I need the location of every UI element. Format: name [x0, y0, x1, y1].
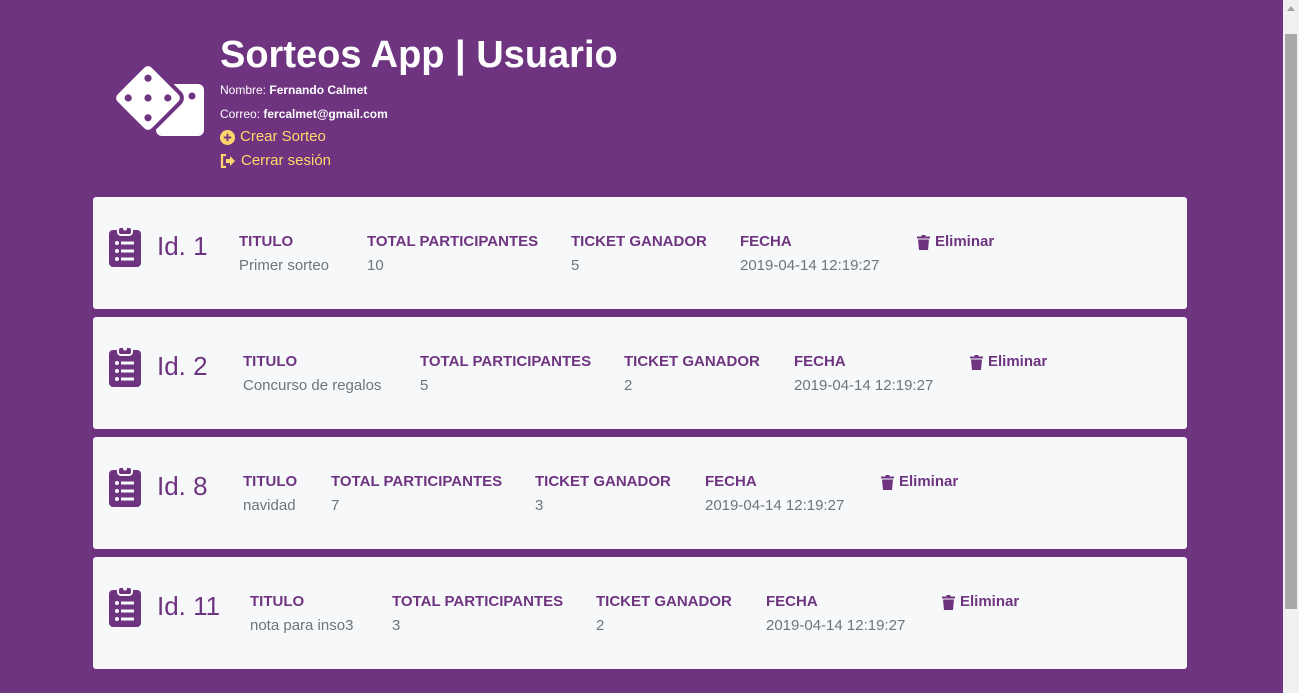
- date-column: FECHA 2019-04-14 12:19:27: [740, 233, 879, 275]
- winner-value: 3: [535, 497, 544, 514]
- draw-id: Id. 11: [157, 591, 221, 621]
- winner-header: TICKET GANADOR: [535, 473, 671, 490]
- participants-value: 10: [367, 257, 384, 274]
- delete-button[interactable]: Eliminar: [881, 473, 958, 491]
- create-draw-link[interactable]: Crear Sorteo: [220, 127, 326, 147]
- winner-value: 2: [624, 377, 633, 394]
- delete-label: Eliminar: [935, 233, 995, 250]
- name-label: Nombre:: [220, 83, 267, 97]
- winner-header: TICKET GANADOR: [624, 353, 760, 370]
- logout-label: Cerrar sesión: [241, 152, 332, 169]
- clipboard-list-icon: [109, 346, 141, 387]
- page-header: Sorteos App | Usuario Nombre: Fernando C…: [0, 0, 1283, 190]
- draw-id: Id. 1: [157, 231, 208, 261]
- participants-header: TOTAL PARTICIPANTES: [367, 233, 539, 250]
- delete-label: Eliminar: [960, 593, 1020, 610]
- participants-header: TOTAL PARTICIPANTES: [331, 473, 503, 490]
- participants-value: 5: [420, 377, 429, 394]
- winner-column: TICKET GANADOR 5: [571, 233, 707, 275]
- trash-icon: [942, 594, 955, 610]
- date-value: 2019-04-14 12:19:27: [705, 497, 845, 514]
- title-header: TITULO: [250, 593, 305, 610]
- clipboard-list-icon: [109, 226, 141, 267]
- trash-icon: [881, 474, 894, 490]
- date-value: 2019-04-14 12:19:27: [740, 257, 880, 274]
- user-email: fercalmet@gmail.com: [263, 107, 388, 121]
- scroll-up-arrow-icon[interactable]: [1283, 0, 1299, 17]
- draw-card: Id. 11 TITULO nota para inso3 TOTAL PART…: [93, 557, 1187, 669]
- date-header: FECHA: [766, 593, 818, 610]
- date-column: FECHA 2019-04-14 12:19:27: [794, 353, 933, 395]
- user-email-line: Correo: fercalmet@gmail.com: [220, 106, 388, 122]
- date-value: 2019-04-14 12:19:27: [766, 617, 906, 634]
- date-header: FECHA: [705, 473, 757, 490]
- winner-header: TICKET GANADOR: [596, 593, 732, 610]
- clipboard-list-icon: [109, 466, 141, 507]
- delete-label: Eliminar: [899, 473, 959, 490]
- title-column: TITULO Primer sorteo: [239, 233, 329, 275]
- dice-icon: [116, 66, 204, 136]
- title-column: TITULO Concurso de regalos: [243, 353, 381, 395]
- delete-button[interactable]: Eliminar: [970, 353, 1047, 371]
- sign-out-icon: [220, 154, 235, 168]
- vertical-scrollbar[interactable]: [1283, 0, 1299, 693]
- winner-column: TICKET GANADOR 2: [624, 353, 760, 395]
- user-name-line: Nombre: Fernando Calmet: [220, 82, 367, 98]
- title-column: TITULO navidad: [243, 473, 297, 515]
- draw-card: Id. 1 TITULO Primer sorteo TOTAL PARTICI…: [93, 197, 1187, 309]
- app-title: Sorteos App | Usuario: [220, 34, 618, 76]
- draw-id: Id. 8: [157, 471, 208, 501]
- participants-value: 7: [331, 497, 340, 514]
- logout-link[interactable]: Cerrar sesión: [220, 151, 331, 171]
- delete-button[interactable]: Eliminar: [942, 593, 1019, 611]
- create-draw-label: Crear Sorteo: [240, 128, 326, 145]
- delete-label: Eliminar: [988, 353, 1048, 370]
- email-label: Correo:: [220, 107, 261, 121]
- winner-header: TICKET GANADOR: [571, 233, 707, 250]
- user-name: Fernando Calmet: [269, 83, 368, 97]
- title-header: TITULO: [243, 473, 298, 490]
- scrollbar-thumb[interactable]: [1285, 34, 1297, 609]
- participants-header: TOTAL PARTICIPANTES: [420, 353, 592, 370]
- date-header: FECHA: [740, 233, 792, 250]
- title-header: TITULO: [243, 353, 298, 370]
- winner-value: 2: [596, 617, 605, 634]
- participants-value: 3: [392, 617, 401, 634]
- title-value: navidad: [243, 497, 296, 514]
- date-column: FECHA 2019-04-14 12:19:27: [766, 593, 905, 635]
- trash-icon: [970, 354, 983, 370]
- participants-header: TOTAL PARTICIPANTES: [392, 593, 564, 610]
- participants-column: TOTAL PARTICIPANTES 7: [331, 473, 502, 515]
- date-value: 2019-04-14 12:19:27: [794, 377, 934, 394]
- title-value: Concurso de regalos: [243, 377, 382, 394]
- participants-column: TOTAL PARTICIPANTES 10: [367, 233, 538, 275]
- date-header: FECHA: [794, 353, 846, 370]
- participants-column: TOTAL PARTICIPANTES 3: [392, 593, 563, 635]
- delete-button[interactable]: Eliminar: [917, 233, 994, 251]
- winner-column: TICKET GANADOR 2: [596, 593, 732, 635]
- clipboard-list-icon: [109, 586, 141, 627]
- winner-value: 5: [571, 257, 580, 274]
- title-column: TITULO nota para inso3: [250, 593, 353, 635]
- winner-column: TICKET GANADOR 3: [535, 473, 671, 515]
- title-header: TITULO: [239, 233, 294, 250]
- title-value: nota para inso3: [250, 617, 354, 634]
- date-column: FECHA 2019-04-14 12:19:27: [705, 473, 844, 515]
- participants-column: TOTAL PARTICIPANTES 5: [420, 353, 591, 395]
- draw-card: Id. 8 TITULO navidad TOTAL PARTICIPANTES…: [93, 437, 1187, 549]
- trash-icon: [917, 234, 930, 250]
- plus-circle-icon: [220, 129, 235, 145]
- draw-card: Id. 2 TITULO Concurso de regalos TOTAL P…: [93, 317, 1187, 429]
- title-value: Primer sorteo: [239, 257, 330, 274]
- draw-id: Id. 2: [157, 351, 208, 381]
